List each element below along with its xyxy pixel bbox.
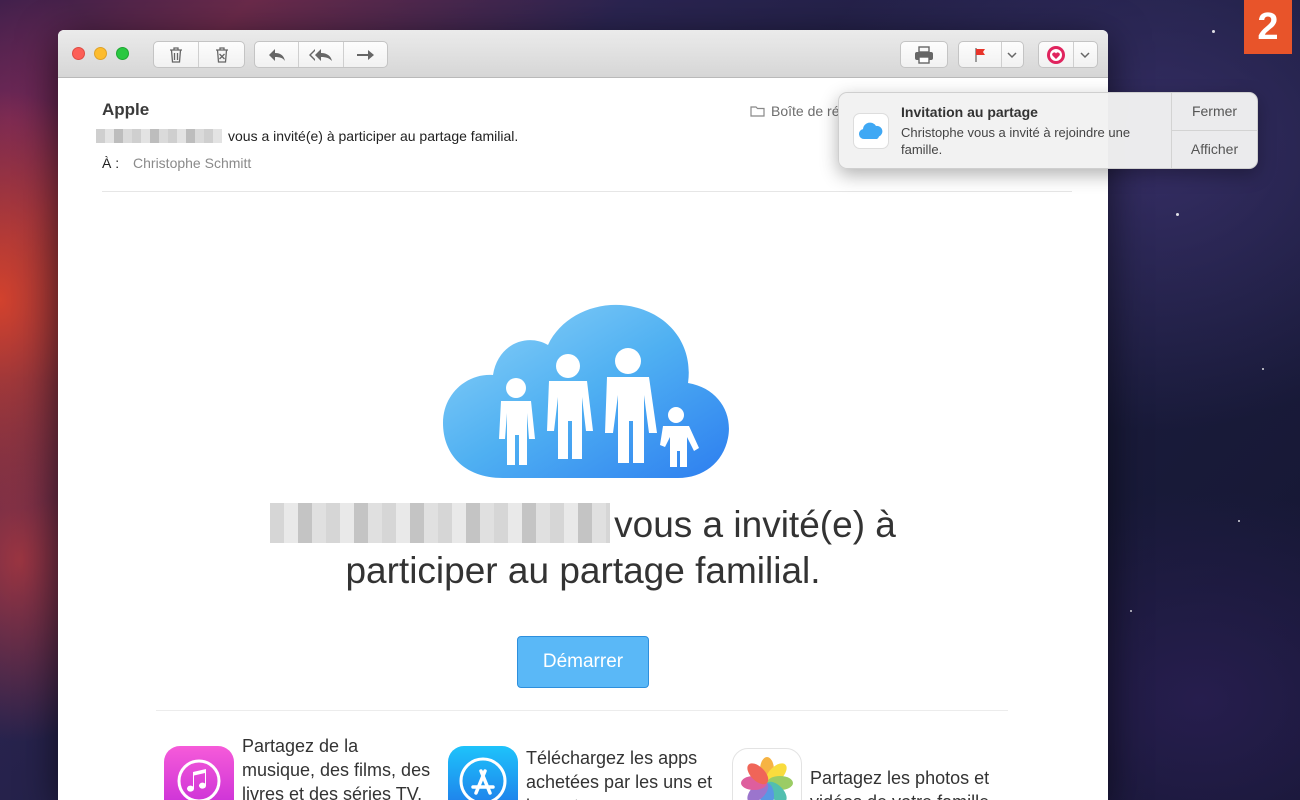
flag-button[interactable] [959,42,1002,67]
forward-button[interactable] [344,42,387,67]
mailbox-name: Boîte de ré [771,103,840,119]
photos-icon [732,748,802,800]
toolbar [58,30,1108,78]
to-label: À : [102,155,120,171]
forward-icon [357,49,375,60]
folder-icon [750,106,765,117]
message-subject: vous a invité(e) à participer au partage… [96,128,518,144]
reply-group [254,41,388,68]
chevron-down-icon [1080,51,1090,58]
icloud-icon [853,113,889,149]
invitation-headline: vous a invité(e) à participer au partage… [58,502,1108,594]
headline-line-1-text: vous a invité(e) à [614,504,896,545]
feature-item-apps: Téléchargez les apps achetées par les un… [448,746,728,800]
feature-text: Téléchargez les apps achetées par les un… [526,748,713,800]
flag-icon [975,47,985,62]
reply-all-icon [308,48,332,61]
print-group [900,41,948,68]
headline-line-1: vous a invité(e) à [58,502,1108,548]
notification-actions: Fermer Afficher [1171,93,1257,168]
start-button[interactable]: Démarrer [517,636,649,688]
reply-button[interactable] [255,42,300,67]
flag-menu-button[interactable] [1002,42,1023,67]
star [1238,520,1240,522]
trash-icon [170,46,182,63]
app-store-icon [448,746,518,800]
print-button[interactable] [901,42,947,67]
sender-name: Apple [102,100,150,119]
header-divider [102,191,1072,192]
notification-banner[interactable]: Invitation au partage Christophe vous a … [838,92,1258,169]
family-sharing-icon [443,304,729,478]
feature-text: Partagez de la musique, des films, des l… [242,736,431,800]
notification-body: Christophe vous a invité à rejoindre une… [901,125,1131,157]
recipient-line: À : Christophe Schmitt [102,155,251,171]
recipient-name[interactable]: Christophe Schmitt [133,155,251,171]
minimize-window-button[interactable] [94,47,107,60]
extension-button[interactable] [1039,42,1074,67]
message-view: Apple Boîte de ré vous a invité(e) à par… [58,78,1108,800]
pixelated-sender-name [270,503,611,543]
itunes-icon [164,746,234,800]
step-badge: 2 [1244,0,1292,54]
close-notification-button[interactable]: Fermer [1172,93,1257,131]
notification-title: Invitation au partage [901,104,1038,120]
reply-all-button[interactable] [299,42,344,67]
star [1130,610,1132,612]
extension-menu-button[interactable] [1074,42,1097,67]
mailbox-label[interactable]: Boîte de ré [750,103,840,119]
junk-button[interactable] [199,42,244,67]
feature-item-music: Partagez de la musique, des films, des l… [164,734,434,800]
flag-group [958,41,1024,68]
feature-text: Partagez les photos et vidéos de votre f… [810,768,990,800]
feature-item-photos: Partagez les photos et vidéos de votre f… [732,748,1022,800]
print-icon [915,45,933,64]
junk-icon [215,46,228,63]
extension-group [1038,41,1098,68]
features-divider [156,710,1008,711]
subject-text: vous a invité(e) à participer au partage… [228,128,519,144]
trash-button[interactable] [154,42,200,67]
heart-badge-icon [1046,45,1065,64]
maximize-window-button[interactable] [116,47,129,60]
headline-line-2: participer au partage familial. [345,550,821,591]
star [1212,30,1215,33]
star [1176,213,1179,216]
chevron-down-icon [1007,51,1017,58]
pixelated-sender-name [96,129,222,143]
close-window-button[interactable] [72,47,85,60]
show-notification-button[interactable]: Afficher [1172,131,1257,169]
reply-icon [268,48,285,61]
star [1262,368,1264,370]
delete-group [153,41,245,68]
